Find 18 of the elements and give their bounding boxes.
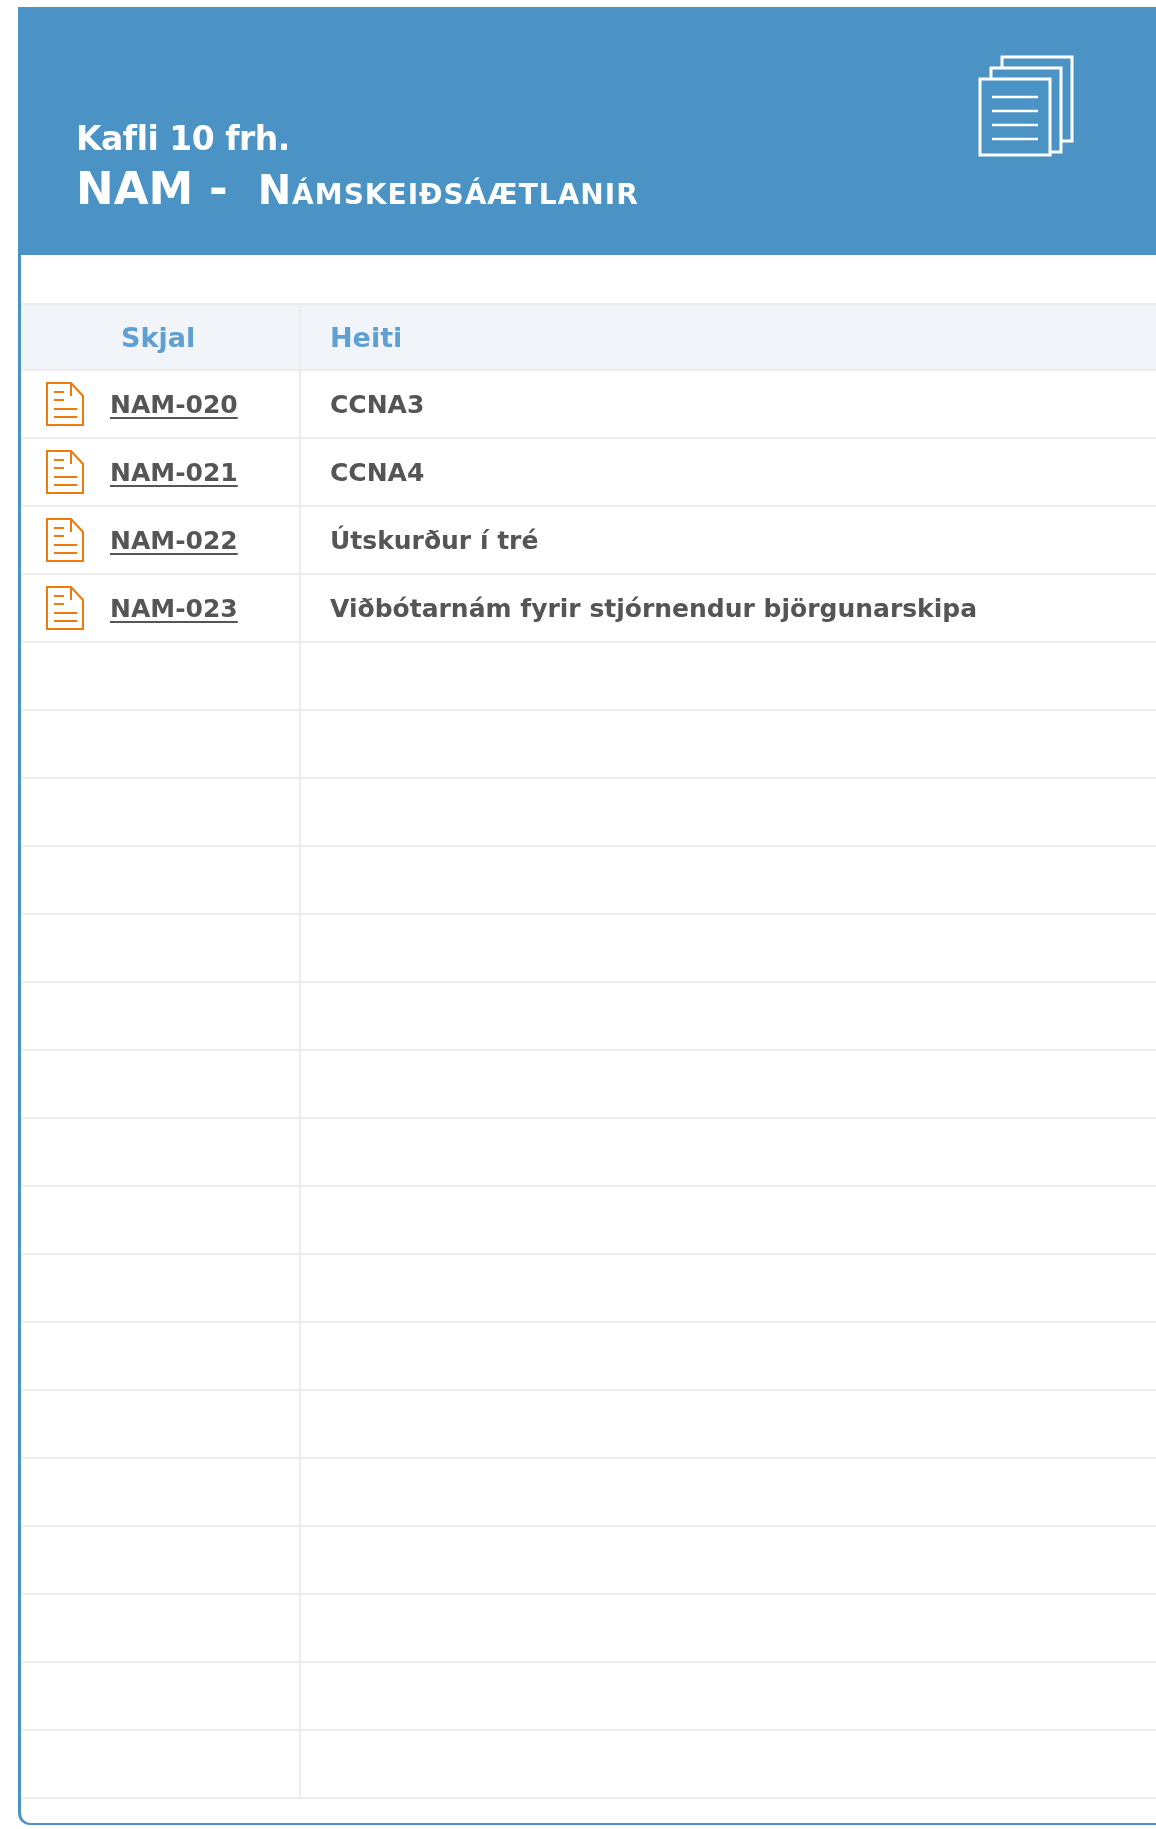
document-icon <box>46 382 84 426</box>
document-title: CCNA3 <box>330 389 425 419</box>
document-link[interactable]: NAM-020 <box>110 389 238 419</box>
section-code: NAM - <box>76 162 228 215</box>
document-title: Útskurður í tré <box>330 525 539 555</box>
document-title: Viðbótarnám fyrir stjórnendur björgunarskipa <box>330 593 978 623</box>
column-header: Heiti <box>330 321 403 353</box>
chapter-label: Kafli 10 frh. <box>76 119 291 158</box>
documents-icon <box>978 55 1076 157</box>
document-title: CCNA4 <box>330 457 425 487</box>
document-icon <box>46 586 84 630</box>
document-icon <box>46 450 84 494</box>
column-header: Skjal <box>121 321 196 353</box>
document-link[interactable]: NAM-021 <box>110 457 238 487</box>
section-title: Námskeiðsáætlanir <box>257 167 639 213</box>
document-icon <box>46 518 84 562</box>
document-link[interactable]: NAM-022 <box>110 525 238 555</box>
document-link[interactable]: NAM-023 <box>110 593 238 623</box>
